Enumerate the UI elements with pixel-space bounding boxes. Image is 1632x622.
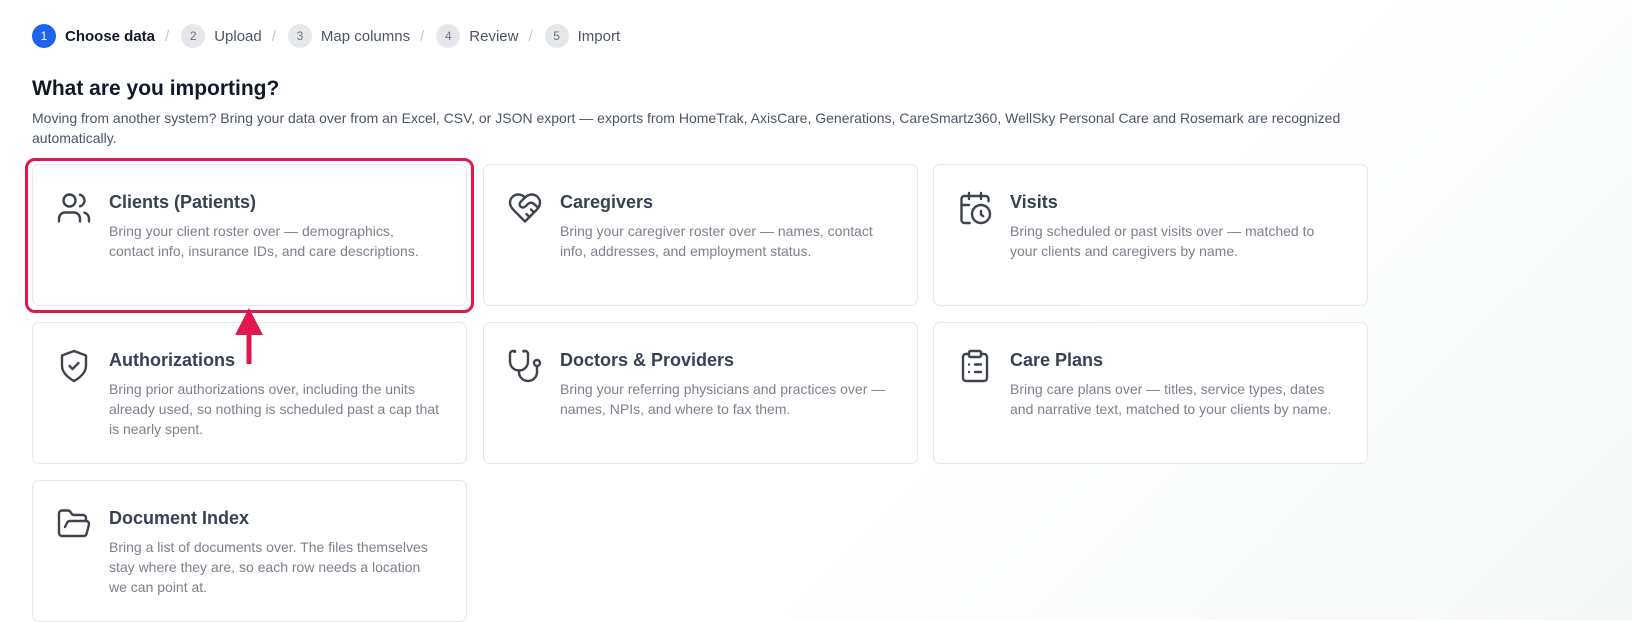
card-description: Bring your referring physicians and prac… xyxy=(560,381,886,417)
card-title: Doctors & Providers xyxy=(560,350,735,370)
users-icon xyxy=(56,190,92,226)
card-title: Authorizations xyxy=(109,350,235,370)
step-choose-data[interactable]: 1 Choose data xyxy=(32,24,155,48)
step-separator: / xyxy=(165,27,170,45)
import-card-document-index[interactable]: Document Index Bring a list of documents… xyxy=(32,480,467,622)
step-label: Upload xyxy=(214,27,262,45)
step-label: Import xyxy=(577,27,621,45)
step-review[interactable]: 4 Review xyxy=(436,24,518,48)
import-stepper: 1 Choose data / 2 Upload / 3 Map columns… xyxy=(32,24,620,48)
step-label: Map columns xyxy=(320,27,411,45)
card-title: Document Index xyxy=(109,508,250,528)
step-number: 3 xyxy=(287,24,312,48)
step-number: 4 xyxy=(436,24,461,48)
shield-check-icon xyxy=(56,348,92,384)
folder-open-icon xyxy=(56,506,92,542)
page-title: What are you importing? xyxy=(32,77,280,100)
import-card-visits[interactable]: Visits Bring scheduled or past visits ov… xyxy=(933,164,1368,306)
import-card-authorizations[interactable]: Authorizations Bring prior authorization… xyxy=(32,322,467,464)
step-label: Choose data xyxy=(65,27,156,45)
card-description: Bring your caregiver roster over — names… xyxy=(560,223,873,259)
card-description: Bring a list of documents over. The file… xyxy=(109,539,428,595)
import-card-doctors[interactable]: Doctors & Providers Bring your referring… xyxy=(483,322,918,464)
card-description: Bring prior authorizations over, includi… xyxy=(109,381,439,437)
page-intro: Moving from another system? Bring your d… xyxy=(32,110,1341,146)
stethoscope-icon xyxy=(507,348,543,384)
step-import[interactable]: 5 Import xyxy=(544,24,621,48)
heart-handshake-icon xyxy=(507,190,543,226)
step-separator: / xyxy=(528,27,533,45)
clipboard-list-icon xyxy=(957,348,993,384)
import-card-clients[interactable]: Clients (Patients) Bring your client ros… xyxy=(32,164,467,306)
import-card-care-plans[interactable]: Care Plans Bring care plans over — title… xyxy=(933,322,1368,464)
card-description: Bring care plans over — titles, service … xyxy=(1010,381,1332,417)
card-description: Bring your client roster over — demograp… xyxy=(109,223,419,259)
card-title: Visits xyxy=(1010,192,1058,212)
step-separator: / xyxy=(420,27,425,45)
step-map-columns[interactable]: 3 Map columns xyxy=(287,24,411,48)
card-description: Bring scheduled or past visits over — ma… xyxy=(1010,223,1315,259)
step-number: 5 xyxy=(544,24,569,48)
card-title: Care Plans xyxy=(1010,350,1104,370)
step-label: Review xyxy=(469,27,519,45)
card-title: Caregivers xyxy=(560,192,654,212)
step-separator: / xyxy=(271,27,276,45)
step-number: 1 xyxy=(32,24,56,48)
step-number: 2 xyxy=(181,24,206,48)
import-card-caregivers[interactable]: Caregivers Bring your caregiver roster o… xyxy=(483,164,918,306)
calendar-clock-icon xyxy=(957,190,993,226)
card-title: Clients (Patients) xyxy=(109,192,257,212)
step-upload[interactable]: 2 Upload xyxy=(181,24,262,48)
